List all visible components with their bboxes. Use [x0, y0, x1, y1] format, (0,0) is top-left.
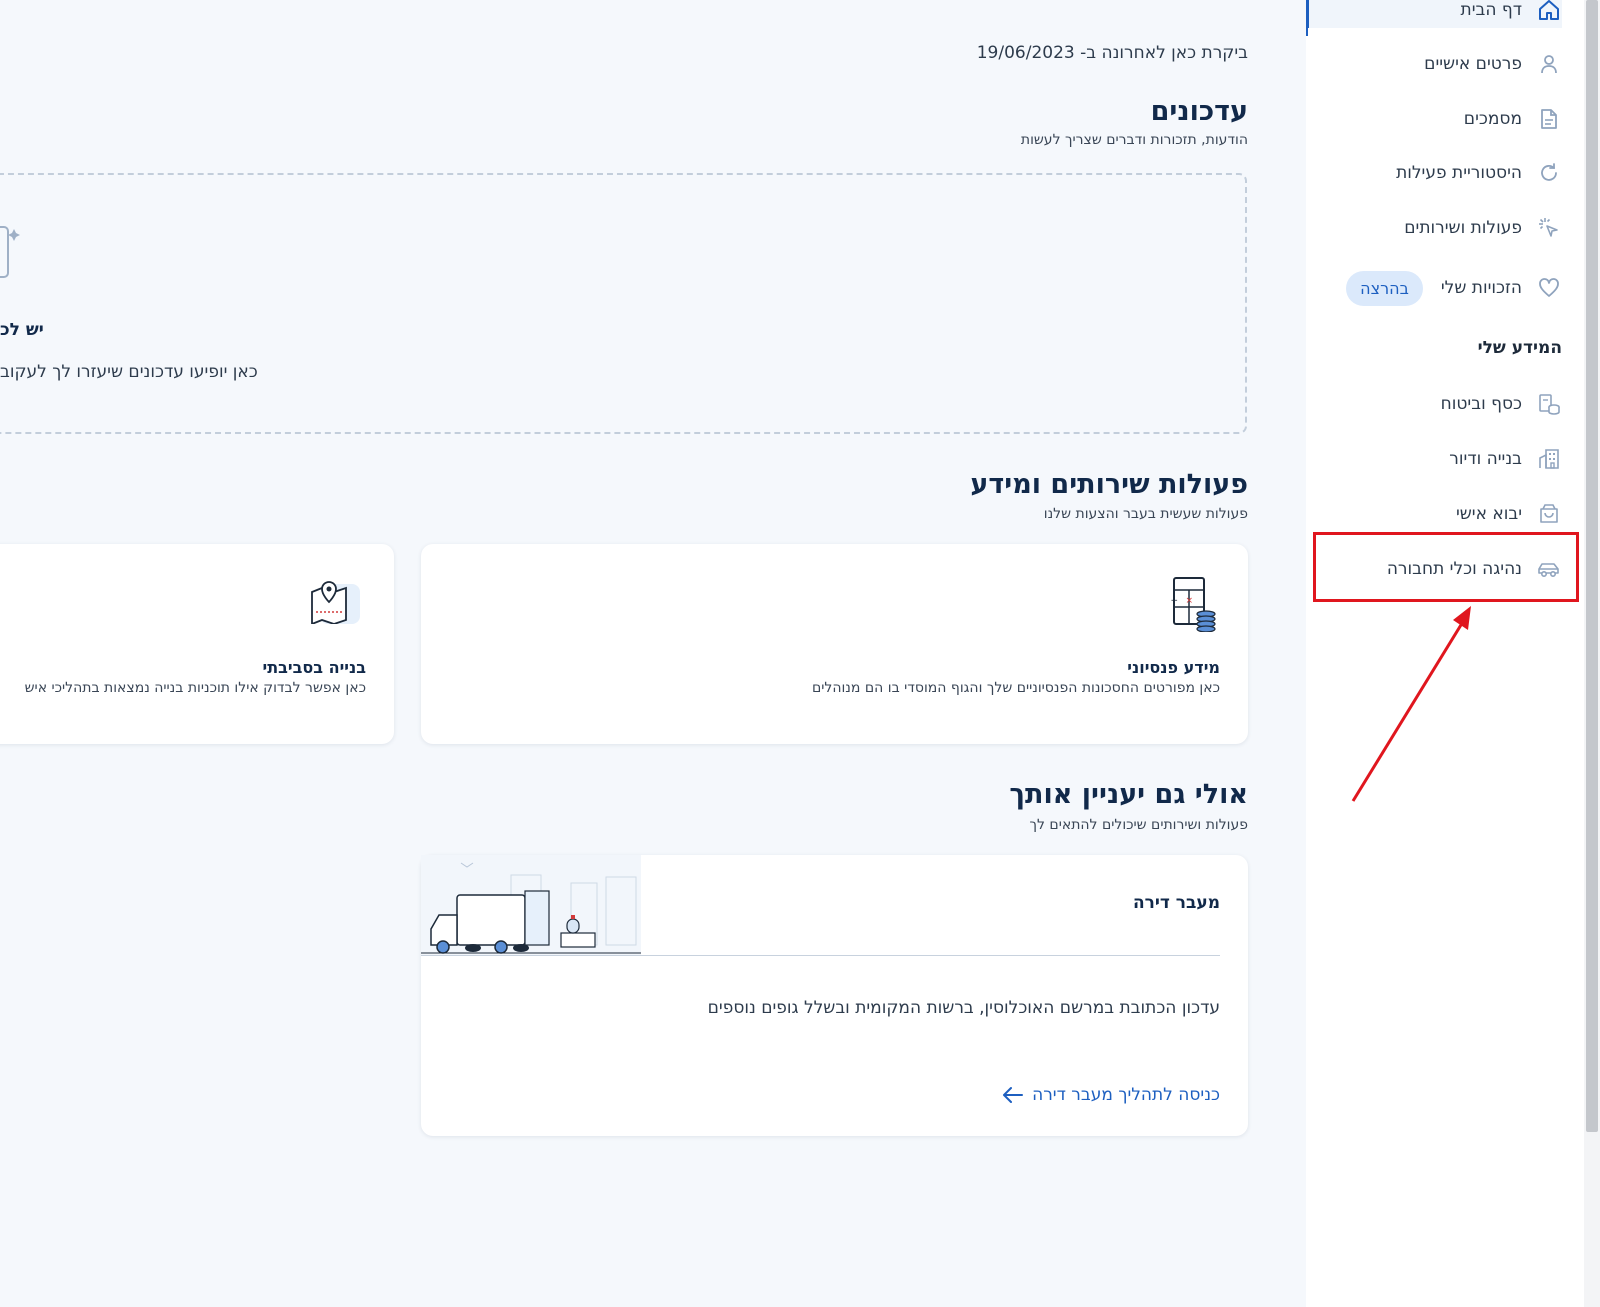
card-divider — [421, 955, 1220, 956]
last-visit-text: ביקרת כאן לאחרונה ב- 19/06/2023 — [976, 43, 1248, 63]
sidebar-item-label: היסטוריית פעילות — [1396, 163, 1522, 183]
suggestion-card-moving[interactable]: מעבר דירה עדכון הכתובת במרשם האוכלוסין, … — [421, 855, 1248, 1136]
svg-text:×: × — [1185, 596, 1193, 606]
start-moving-process-link[interactable]: כניסה לתהליך מעבר דירה — [1002, 1085, 1220, 1105]
sidebar-item-home[interactable]: דף הבית — [1306, 0, 1562, 28]
service-card-construction[interactable]: בנייה בסביבתי כאן אפשר לבדוק אילו תוכניו… — [0, 544, 394, 744]
sidebar-item-label: בנייה ודיור — [1449, 449, 1522, 469]
updates-empty-state — [0, 173, 1247, 434]
sparkle-device-icon — [0, 226, 20, 278]
sidebar-item-personal-import[interactable]: יבוא אישי — [1306, 494, 1562, 534]
maybe-subtitle: פעולות ושירותים שיכולים להתאים לך — [1029, 817, 1248, 833]
suggestion-card-description: עדכון הכתובת במרשם האוכלוסין, ברשות המקו… — [707, 998, 1220, 1018]
shopping-bag-icon — [1536, 501, 1562, 527]
service-card-title: מידע פנסיוני — [1127, 658, 1220, 677]
sidebar-item-my-rights[interactable]: הזכויות שלי בהרצה — [1306, 268, 1562, 308]
coins-icon — [1536, 391, 1562, 417]
sidebar-item-actions-services[interactable]: פעולות ושירותים — [1306, 208, 1562, 248]
service-card-title: בנייה בסביבתי — [262, 658, 367, 677]
services-subtitle: פעולות שעשית בעבר והצעות שלנו — [1043, 506, 1248, 522]
service-card-description: כאן מפורטים החסכונות הפנסיוניים שלך והגו… — [811, 680, 1220, 696]
home-icon — [1536, 0, 1562, 23]
page: ביקרת כאן לאחרונה ב- 19/06/2023 עדכונים … — [0, 0, 1600, 1307]
pointer-click-icon — [1536, 215, 1562, 241]
active-indicator — [1306, 0, 1308, 36]
updates-empty-title: יש לכ — [0, 320, 44, 340]
updates-subtitle: הודעות, תזכורות ודברים שצריך לעשות — [1020, 132, 1248, 148]
services-title: פעולות שירותים ומידע — [970, 469, 1248, 500]
sidebar-item-label: פרטים אישיים — [1424, 54, 1522, 74]
annotation-arrow — [1351, 606, 1471, 802]
sidebar-item-construction-housing[interactable]: בנייה ודיור — [1306, 439, 1562, 479]
scrollbar-thumb[interactable] — [1586, 0, 1598, 1132]
pension-calculator-icon: + × — [1170, 577, 1216, 632]
sidebar-item-activity-history[interactable]: היסטוריית פעילות — [1306, 153, 1562, 193]
arrow-left-icon — [1003, 1087, 1024, 1103]
sidebar-item-personal-details[interactable]: פרטים אישיים — [1306, 44, 1562, 84]
service-card-description: כאן אפשר לבדוק אילו תוכניות בנייה נמצאות… — [24, 680, 366, 696]
sidebar-item-label: פעולות ושירותים — [1404, 218, 1522, 238]
suggestion-card-title: מעבר דירה — [1132, 893, 1220, 913]
updates-empty-text: כאן יופיעו עדכונים שיעזרו לך לעקוב — [0, 362, 258, 382]
sidebar-item-label: הזכויות שלי — [1440, 278, 1522, 298]
link-label: כניסה לתהליך מעבר דירה — [1032, 1085, 1220, 1105]
section-title-my-info: המידע שלי — [1477, 338, 1562, 358]
sidebar-item-driving-vehicles[interactable]: נהיגה וכלי תחבורה — [1306, 549, 1562, 589]
sidebar-item-label: כסף וביטוח — [1440, 394, 1522, 414]
sidebar-item-documents[interactable]: מסמכים — [1306, 99, 1562, 139]
building-icon — [1536, 446, 1562, 472]
history-icon — [1536, 160, 1562, 186]
sidebar-item-label: דף הבית — [1460, 0, 1522, 20]
service-card-pension[interactable]: + × מידע פנסיוני כאן מפורטים החסכונות הפ… — [421, 544, 1248, 744]
user-icon — [1536, 51, 1562, 77]
beta-badge: בהרצה — [1346, 270, 1423, 306]
sidebar-item-money-insurance[interactable]: כסף וביטוח — [1306, 384, 1562, 424]
heart-icon — [1536, 275, 1562, 301]
svg-text:+: + — [1170, 596, 1178, 606]
sidebar-item-label: יבוא אישי — [1455, 504, 1522, 524]
map-pin-icon — [311, 581, 360, 624]
moving-truck-illustration — [421, 855, 641, 955]
sidebar-item-label: נהיגה וכלי תחבורה — [1386, 559, 1522, 579]
document-icon — [1536, 106, 1562, 132]
car-icon — [1536, 556, 1562, 582]
sidebar-item-label: מסמכים — [1463, 109, 1522, 129]
maybe-title: אולי גם יעניין אותך — [1009, 779, 1248, 810]
updates-title: עדכונים — [1150, 96, 1248, 127]
